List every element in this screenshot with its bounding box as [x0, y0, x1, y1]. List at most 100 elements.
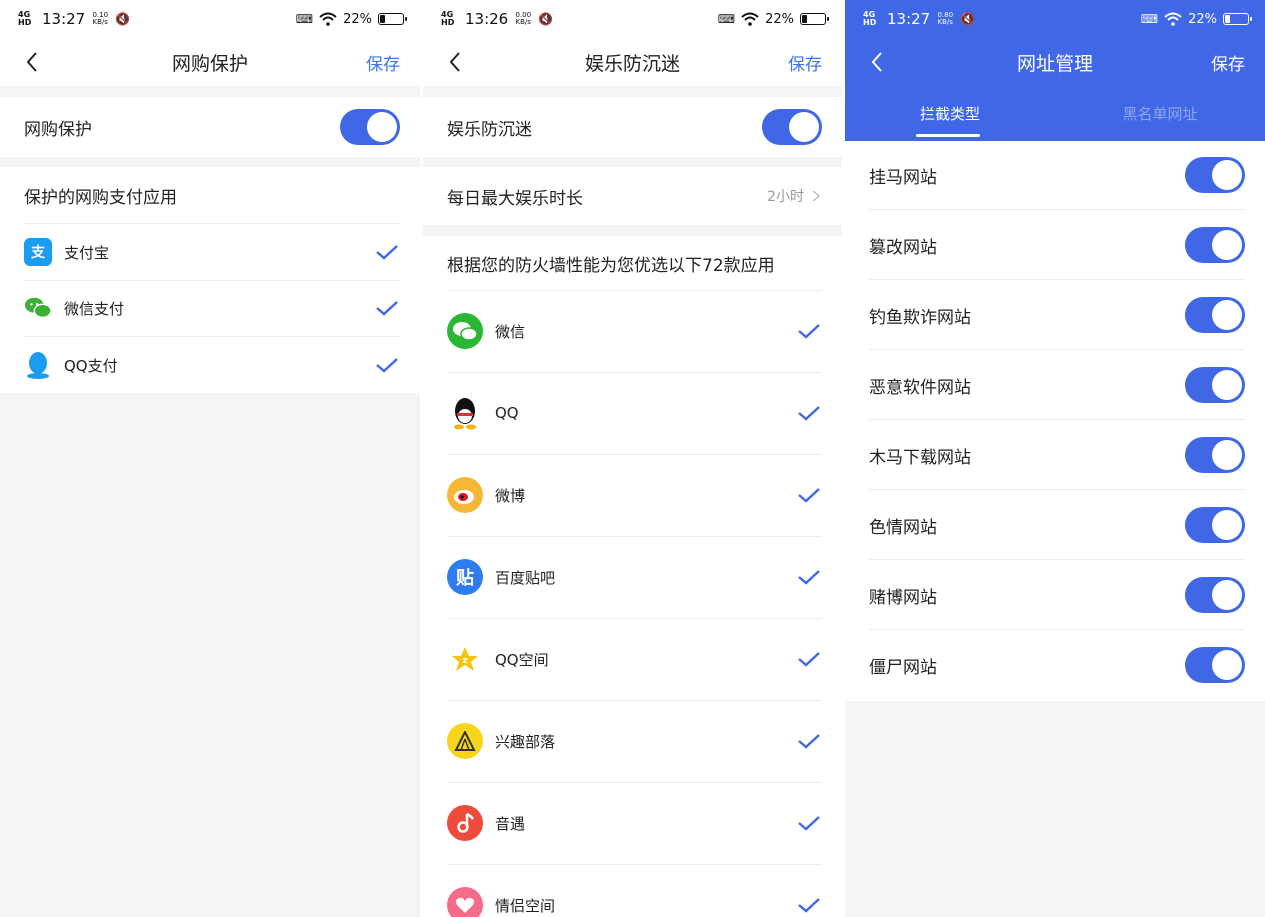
anti-addiction-toggle[interactable]	[762, 109, 822, 145]
app-label: 支付宝	[64, 243, 110, 262]
daily-limit-row[interactable]: 每日最大娱乐时长 2小时	[423, 167, 842, 225]
status-bar: 4G HD 13:27 0.10 KB/s 🔇 ⌨ 22%	[0, 0, 420, 38]
block-toggle[interactable]	[1185, 227, 1245, 263]
block-toggle[interactable]	[1185, 367, 1245, 403]
item-label: 赌博网站	[869, 587, 937, 608]
page-title: 网购保护	[171, 52, 248, 75]
list-item[interactable]: 兴趣部落	[447, 722, 822, 760]
list-item[interactable]: z QQ空间	[447, 640, 822, 678]
chevron-left-icon	[26, 52, 37, 72]
weibo-icon	[447, 477, 483, 513]
vibrate-icon: ⌨	[1140, 12, 1159, 26]
block-toggle[interactable]	[1185, 297, 1245, 333]
section-header: 保护的网购支付应用	[24, 187, 177, 208]
block-toggle[interactable]	[1185, 577, 1245, 613]
block-toggle[interactable]	[1185, 507, 1245, 543]
list-item[interactable]: 情侣空间	[447, 886, 822, 917]
item-label: 挂马网站	[869, 167, 937, 188]
save-button[interactable]: 保存	[788, 50, 822, 75]
main-toggle-label: 娱乐防沉迷	[447, 119, 532, 140]
battery-percent: 22%	[343, 11, 372, 27]
item-label: 色情网站	[869, 517, 937, 538]
page-title: 网址管理	[1016, 52, 1093, 75]
check-icon[interactable]	[796, 813, 822, 833]
battery-icon	[800, 13, 829, 25]
back-button[interactable]	[20, 50, 44, 74]
app-label: QQ支付	[64, 356, 118, 375]
back-button[interactable]	[443, 50, 467, 74]
app-label: 情侣空间	[495, 896, 556, 915]
qzone-icon: z	[447, 641, 483, 677]
check-icon[interactable]	[796, 567, 822, 587]
block-toggle[interactable]	[1185, 437, 1245, 473]
daily-limit-value: 2小时	[767, 189, 804, 205]
save-button[interactable]: 保存	[366, 50, 400, 75]
check-icon[interactable]	[796, 649, 822, 669]
wifi-icon	[319, 12, 337, 26]
status-bar: 4G HD 13:27 0.80 KB/s 🔇 ⌨ 22%	[845, 0, 1265, 38]
list-item: 恶意软件网站	[869, 367, 1245, 403]
svg-text:z: z	[462, 656, 467, 666]
item-label: 篡改网站	[869, 237, 937, 258]
list-item: 钓鱼欺诈网站	[869, 297, 1245, 333]
check-icon[interactable]	[796, 485, 822, 505]
section-header: 根据您的防火墙性能为您优选以下72款应用	[447, 255, 775, 276]
app-label: 百度贴吧	[495, 568, 556, 587]
network-speed: 0.10 KB/s	[92, 11, 109, 26]
list-item[interactable]: 音遇	[447, 804, 822, 842]
mute-icon: 🔇	[538, 12, 554, 26]
network-indicator: 4G HD	[441, 10, 455, 27]
title-bar: 网购保护 保存	[0, 38, 420, 86]
item-label: 钓鱼欺诈网站	[869, 307, 971, 328]
wifi-icon	[1164, 12, 1182, 26]
app-label: 微博	[495, 486, 526, 505]
check-icon[interactable]	[796, 895, 822, 915]
list-item: 色情网站	[869, 507, 1245, 543]
status-time: 13:27	[42, 10, 86, 28]
qq-pay-icon	[24, 351, 52, 379]
block-toggle[interactable]	[1185, 157, 1245, 193]
list-item[interactable]: 贴 百度贴吧	[447, 558, 822, 596]
list-item[interactable]: 微博	[447, 476, 822, 514]
block-toggle[interactable]	[1185, 647, 1245, 683]
save-button[interactable]: 保存	[1211, 50, 1245, 75]
network-indicator: 4G HD	[863, 10, 877, 27]
check-icon[interactable]	[374, 298, 400, 318]
network-speed: 0.00 KB/s	[515, 11, 532, 26]
payment-apps-card: 保护的网购支付应用 支 支付宝 微信支付 QQ支付	[0, 167, 420, 393]
app-label: 兴趣部落	[495, 732, 556, 751]
wifi-icon	[741, 12, 759, 26]
wechat-pay-icon	[24, 294, 52, 322]
screen-entertainment-anti-addiction: 4G HD 13:26 0.00 KB/s 🔇 ⌨ 22% 娱乐防沉迷 保存 娱…	[423, 0, 842, 917]
list-item[interactable]: QQ支付	[24, 346, 400, 384]
online-shopping-protection-toggle[interactable]	[340, 109, 400, 145]
list-item[interactable]: 支 支付宝	[24, 233, 400, 271]
main-toggle-card: 网购保护	[0, 97, 420, 157]
list-item: 赌博网站	[869, 577, 1245, 613]
main-toggle-label: 网购保护	[24, 119, 92, 140]
tieba-icon: 贴	[447, 559, 483, 595]
daily-limit-label: 每日最大娱乐时长	[447, 188, 583, 209]
back-button[interactable]	[865, 50, 889, 74]
network-indicator: 4G HD	[18, 10, 32, 27]
list-item[interactable]: 微信	[447, 312, 822, 350]
check-icon[interactable]	[374, 242, 400, 262]
app-label: 音遇	[495, 814, 526, 833]
vibrate-icon: ⌨	[717, 12, 736, 26]
check-icon[interactable]	[374, 355, 400, 375]
app-label: QQ空间	[495, 650, 549, 669]
list-item[interactable]: 微信支付	[24, 289, 400, 327]
title-bar: 网址管理 保存	[845, 38, 1265, 86]
couple-space-icon	[447, 887, 483, 917]
mute-icon: 🔇	[115, 12, 131, 26]
check-icon[interactable]	[796, 403, 822, 423]
check-icon[interactable]	[796, 321, 822, 341]
tab-blacklist-urls[interactable]: 黑名单网址	[1055, 86, 1265, 141]
tab-block-types[interactable]: 拦截类型	[845, 86, 1055, 141]
list-item[interactable]: QQ	[447, 394, 822, 432]
check-icon[interactable]	[796, 731, 822, 751]
status-time: 13:27	[887, 10, 931, 28]
screen-online-shopping-protection: 4G HD 13:27 0.10 KB/s 🔇 ⌨ 22% 网购保护 保存 网购…	[0, 0, 420, 917]
active-tab-indicator	[916, 134, 980, 137]
app-label: QQ	[495, 404, 519, 422]
